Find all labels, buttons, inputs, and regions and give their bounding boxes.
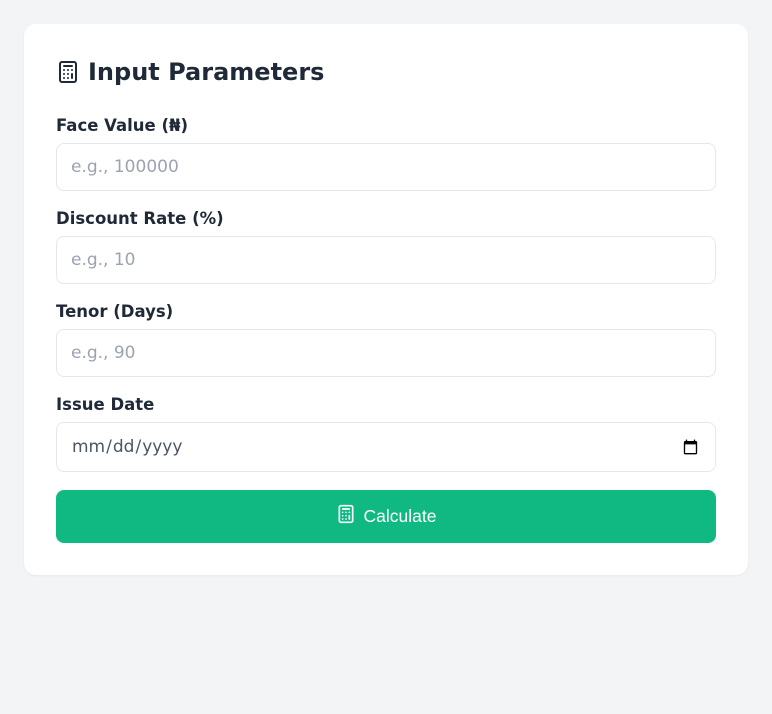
face-value-field: Face Value (₦)	[56, 116, 716, 191]
face-value-label: Face Value (₦)	[56, 116, 716, 135]
issue-date-input[interactable]	[56, 422, 716, 472]
card-title-text: Input Parameters	[88, 56, 324, 88]
input-parameters-card: Input Parameters Face Value (₦) Discount…	[24, 24, 748, 575]
discount-rate-input[interactable]	[56, 236, 716, 284]
issue-date-field: Issue Date	[56, 395, 716, 472]
tenor-label: Tenor (Days)	[56, 302, 716, 321]
calculate-button[interactable]: Calculate	[56, 490, 716, 543]
calculator-icon	[336, 504, 356, 529]
discount-rate-field: Discount Rate (%)	[56, 209, 716, 284]
calculate-button-label: Calculate	[364, 506, 437, 527]
discount-rate-label: Discount Rate (%)	[56, 209, 716, 228]
issue-date-label: Issue Date	[56, 395, 716, 414]
tenor-input[interactable]	[56, 329, 716, 377]
face-value-input[interactable]	[56, 143, 716, 191]
card-title: Input Parameters	[56, 56, 716, 88]
tenor-field: Tenor (Days)	[56, 302, 716, 377]
calculator-icon	[56, 60, 80, 84]
